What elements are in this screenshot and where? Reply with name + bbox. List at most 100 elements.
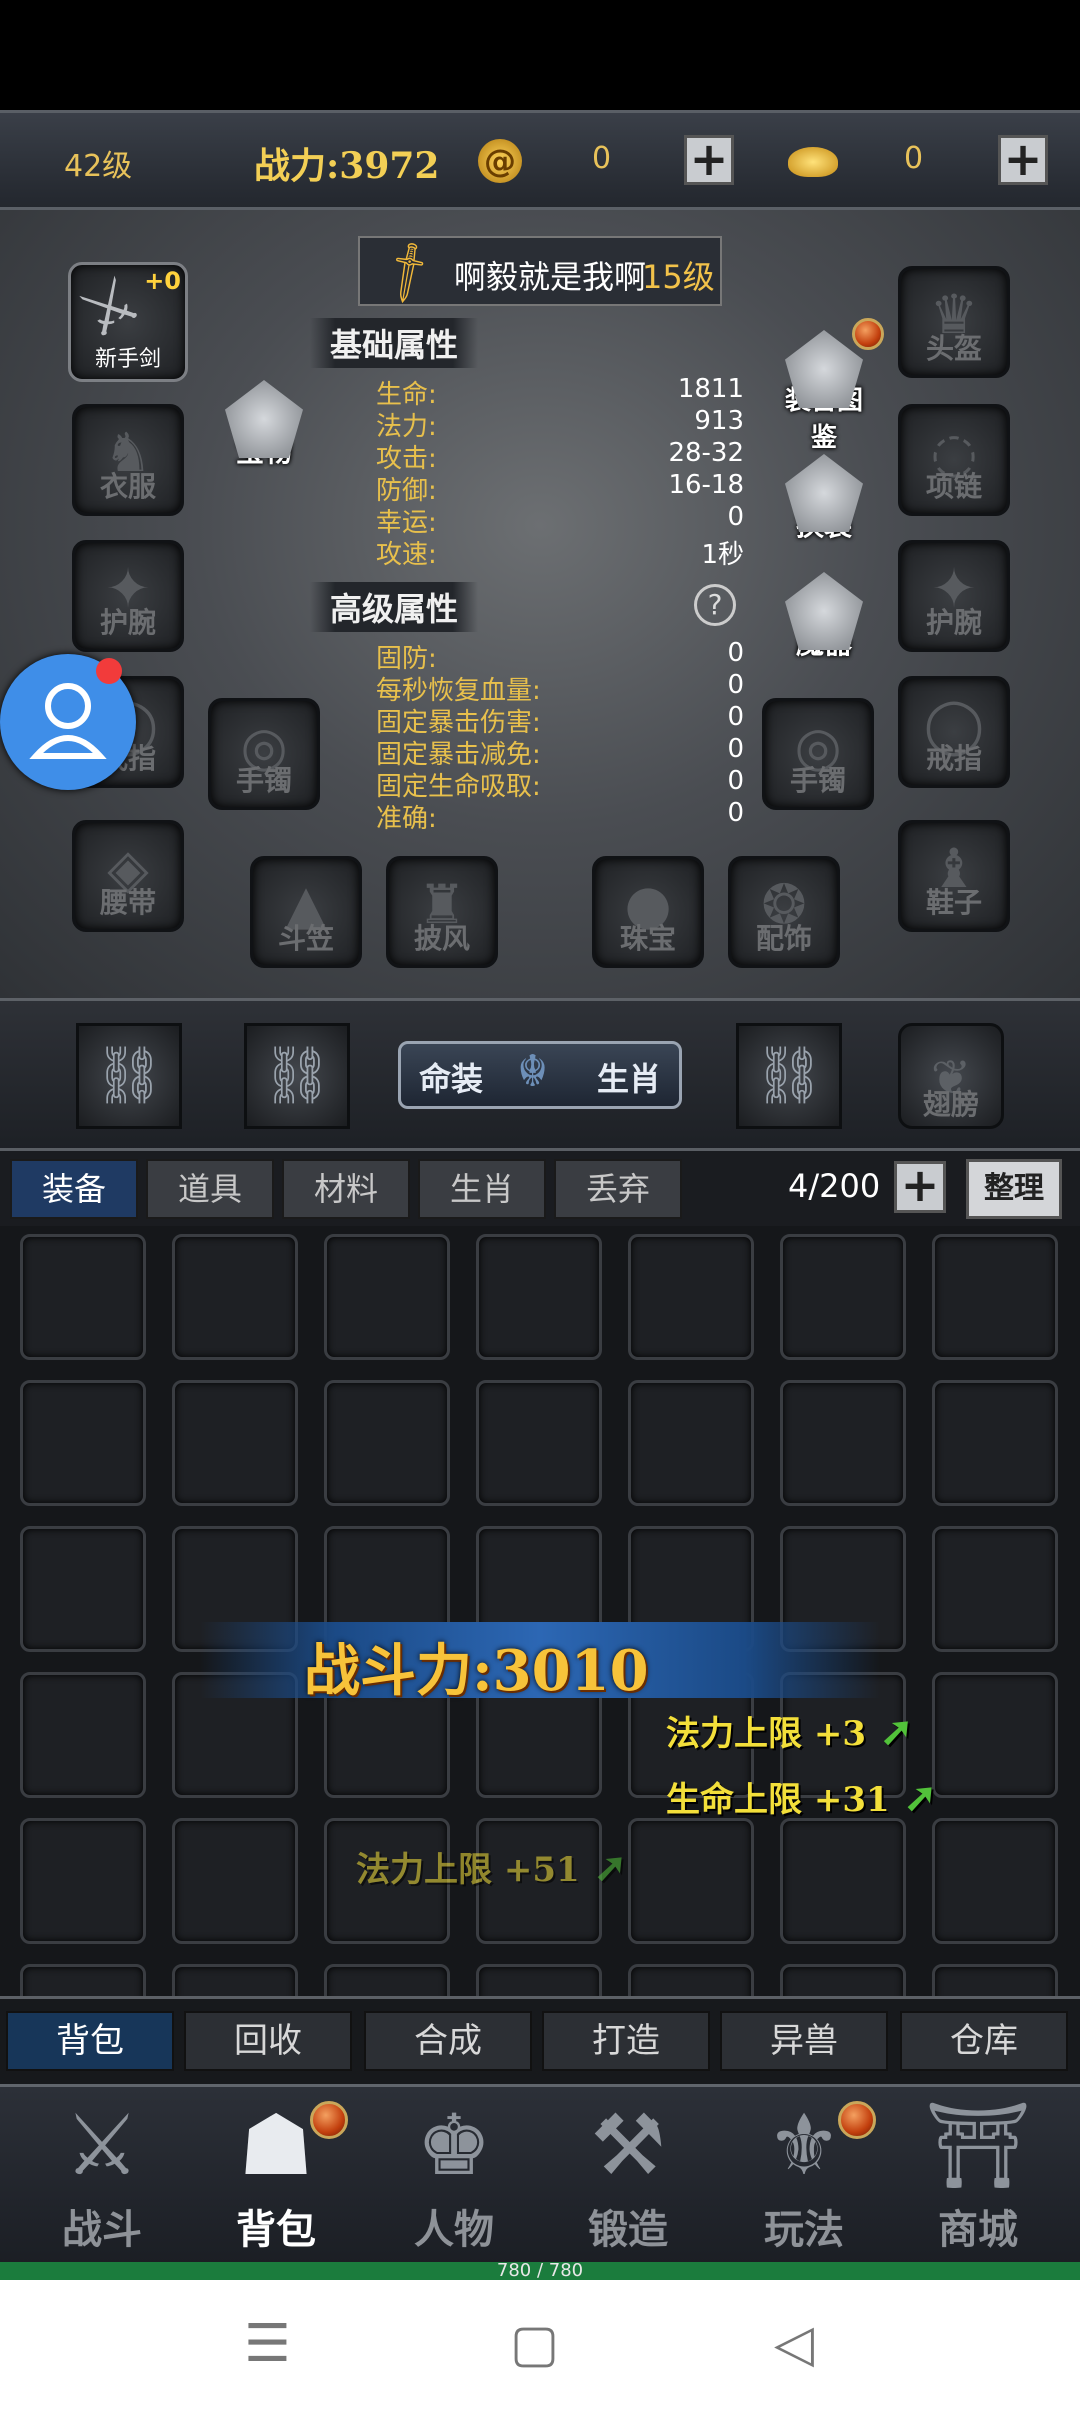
- inventory-slot[interactable]: [172, 1818, 298, 1944]
- accessory-slot[interactable]: ❂ 配饰: [728, 856, 840, 968]
- nav-character[interactable]: ♚ 人物: [384, 2093, 524, 2259]
- nav-gameplay[interactable]: ⚜ 玩法: [734, 2093, 876, 2259]
- clothes-slot[interactable]: ♞ 衣服: [72, 404, 184, 516]
- inventory-slot[interactable]: [324, 1380, 450, 1506]
- nav-forge[interactable]: ⚒ 锻造: [558, 2093, 698, 2259]
- hat-slot[interactable]: ▲ 斗笠: [250, 856, 362, 968]
- warrior-helmet-icon: ♚: [416, 2096, 492, 2194]
- inventory-slot[interactable]: [628, 1964, 754, 1996]
- subtab-warehouse[interactable]: 仓库: [900, 2011, 1068, 2071]
- inventory-slot[interactable]: [20, 1818, 146, 1944]
- helmet-slot[interactable]: ♛ 头盔: [898, 266, 1010, 378]
- bracer-right-slot[interactable]: ✦ 护腕: [898, 540, 1010, 652]
- inventory-slot[interactable]: [628, 1380, 754, 1506]
- subtab-beasts[interactable]: 异兽: [720, 2011, 888, 2071]
- nav-shop[interactable]: ⛩ 商城: [908, 2093, 1048, 2259]
- inventory-slot[interactable]: [172, 1234, 298, 1360]
- inventory-slot[interactable]: [20, 1234, 146, 1360]
- attribute-name: 准确:: [376, 804, 437, 834]
- gold-ingot-icon: [788, 147, 838, 177]
- wings-slot[interactable]: ❦ 翅膀: [898, 1023, 1004, 1129]
- inventory-slot[interactable]: [932, 1964, 1058, 1996]
- bracelet-right-slot[interactable]: ◎ 手镯: [762, 698, 874, 810]
- locked-slot-1[interactable]: ⛓: [76, 1023, 182, 1129]
- inventory-slot[interactable]: [476, 1964, 602, 1996]
- assistant-avatar-button[interactable]: [0, 654, 136, 790]
- inventory-slot[interactable]: [628, 1234, 754, 1360]
- pavilion-icon: ⛩: [924, 2096, 1032, 2194]
- inventory-slot[interactable]: [780, 1964, 906, 1996]
- tab-items[interactable]: 道具: [146, 1159, 274, 1219]
- bracelet-left-slot[interactable]: ◎ 手镯: [208, 698, 320, 810]
- inventory-slot[interactable]: [932, 1380, 1058, 1506]
- expand-bag-button[interactable]: +: [894, 1161, 946, 1213]
- inventory-slot[interactable]: [20, 1380, 146, 1506]
- ming-zodiac-button[interactable]: 命装 ☬ 生肖: [398, 1041, 682, 1109]
- ring-right-slot[interactable]: ◯ 戒指: [898, 676, 1010, 788]
- attribute-row: 生命: 1811: [376, 374, 744, 410]
- subtab-synthesize[interactable]: 合成: [364, 2011, 532, 2071]
- treasure-button[interactable]: 宝物: [214, 380, 314, 480]
- swap-equipment-button[interactable]: 换装: [774, 454, 874, 554]
- inventory-slot[interactable]: [20, 1672, 146, 1798]
- attribute-row: 每秒恢复血量: 0: [376, 670, 744, 706]
- tab-equipment[interactable]: 装备: [10, 1159, 138, 1219]
- inventory-slot[interactable]: [932, 1526, 1058, 1652]
- inventory-slot[interactable]: [476, 1380, 602, 1506]
- nav-backpack[interactable]: ☗ 背包: [206, 2093, 348, 2259]
- attribute-row: 攻击: 28-32: [376, 438, 744, 474]
- cloak-slot[interactable]: ♜ 披风: [386, 856, 498, 968]
- necklace-slot[interactable]: ◌ 项链: [898, 404, 1010, 516]
- add-currency1-button[interactable]: +: [684, 135, 734, 185]
- subtab-recycle[interactable]: 回收: [184, 2011, 352, 2071]
- nav-battle[interactable]: ⚔ 战斗: [32, 2093, 172, 2259]
- attribute-value: 0: [727, 702, 744, 732]
- tab-zodiac[interactable]: 生肖: [418, 1159, 546, 1219]
- bag-capacity: 4/200: [788, 1167, 881, 1205]
- notification-dot-icon: [852, 318, 884, 350]
- tab-discard[interactable]: 丢弃: [554, 1159, 682, 1219]
- home-icon[interactable]: ▢: [510, 2314, 559, 2374]
- bag-category-tabs: 装备 道具 材料 生肖 丢弃 4/200 + 整理: [0, 1148, 1080, 1229]
- inventory-slot[interactable]: [932, 1818, 1058, 1944]
- bracer-left-slot[interactable]: ✦ 护腕: [72, 540, 184, 652]
- system-navigation-bar: ☰ ▢ ◁: [0, 2280, 1080, 2412]
- inventory-slot[interactable]: [628, 1818, 754, 1944]
- attribute-row: 防御: 16-18: [376, 470, 744, 506]
- back-icon[interactable]: ◁: [774, 2314, 814, 2374]
- sort-button[interactable]: 整理: [966, 1159, 1062, 1219]
- inventory-slot[interactable]: [932, 1234, 1058, 1360]
- attribute-value: 0: [727, 670, 744, 700]
- menu-icon[interactable]: ☰: [244, 2314, 291, 2374]
- attribute-row: 固防: 0: [376, 638, 744, 674]
- locked-slot-2[interactable]: ⛓: [244, 1023, 350, 1129]
- attribute-value: 0: [727, 798, 744, 828]
- inventory-slot[interactable]: [20, 1526, 146, 1652]
- inventory-slot[interactable]: [324, 1964, 450, 1996]
- inventory-slot[interactable]: [780, 1380, 906, 1506]
- up-arrow-icon: ➚: [865, 1708, 914, 1755]
- weapon-slot[interactable]: ⚔ +0 新手剑: [66, 262, 188, 382]
- subtab-forge[interactable]: 打造: [542, 2011, 710, 2071]
- attribute-value: 28-32: [668, 438, 744, 468]
- magic-artifact-button[interactable]: 魔器: [774, 572, 874, 672]
- attribute-row: 法力: 913: [376, 406, 744, 442]
- shoes-slot[interactable]: ♝ 鞋子: [898, 820, 1010, 932]
- inventory-slot[interactable]: [932, 1672, 1058, 1798]
- inventory-slot[interactable]: [476, 1234, 602, 1360]
- question-icon[interactable]: ?: [694, 584, 736, 626]
- tab-materials[interactable]: 材料: [282, 1159, 410, 1219]
- inventory-slot[interactable]: [780, 1234, 906, 1360]
- jewel-slot[interactable]: ● 珠宝: [592, 856, 704, 968]
- inventory-slot[interactable]: [172, 1380, 298, 1506]
- notification-dot-icon: [310, 2101, 348, 2139]
- zodiac-equipment-row: ⛓ ⛓ 命装 ☬ 生肖 ⛓ ❦ 翅膀: [0, 998, 1080, 1151]
- belt-slot[interactable]: ◈ 腰带: [72, 820, 184, 932]
- add-currency2-button[interactable]: +: [998, 135, 1048, 185]
- inventory-slot[interactable]: [20, 1964, 146, 1996]
- inventory-slot[interactable]: [172, 1964, 298, 1996]
- inventory-slot[interactable]: [780, 1818, 906, 1944]
- locked-slot-3[interactable]: ⛓: [736, 1023, 842, 1129]
- subtab-bag[interactable]: 背包: [6, 2011, 174, 2071]
- inventory-slot[interactable]: [324, 1234, 450, 1360]
